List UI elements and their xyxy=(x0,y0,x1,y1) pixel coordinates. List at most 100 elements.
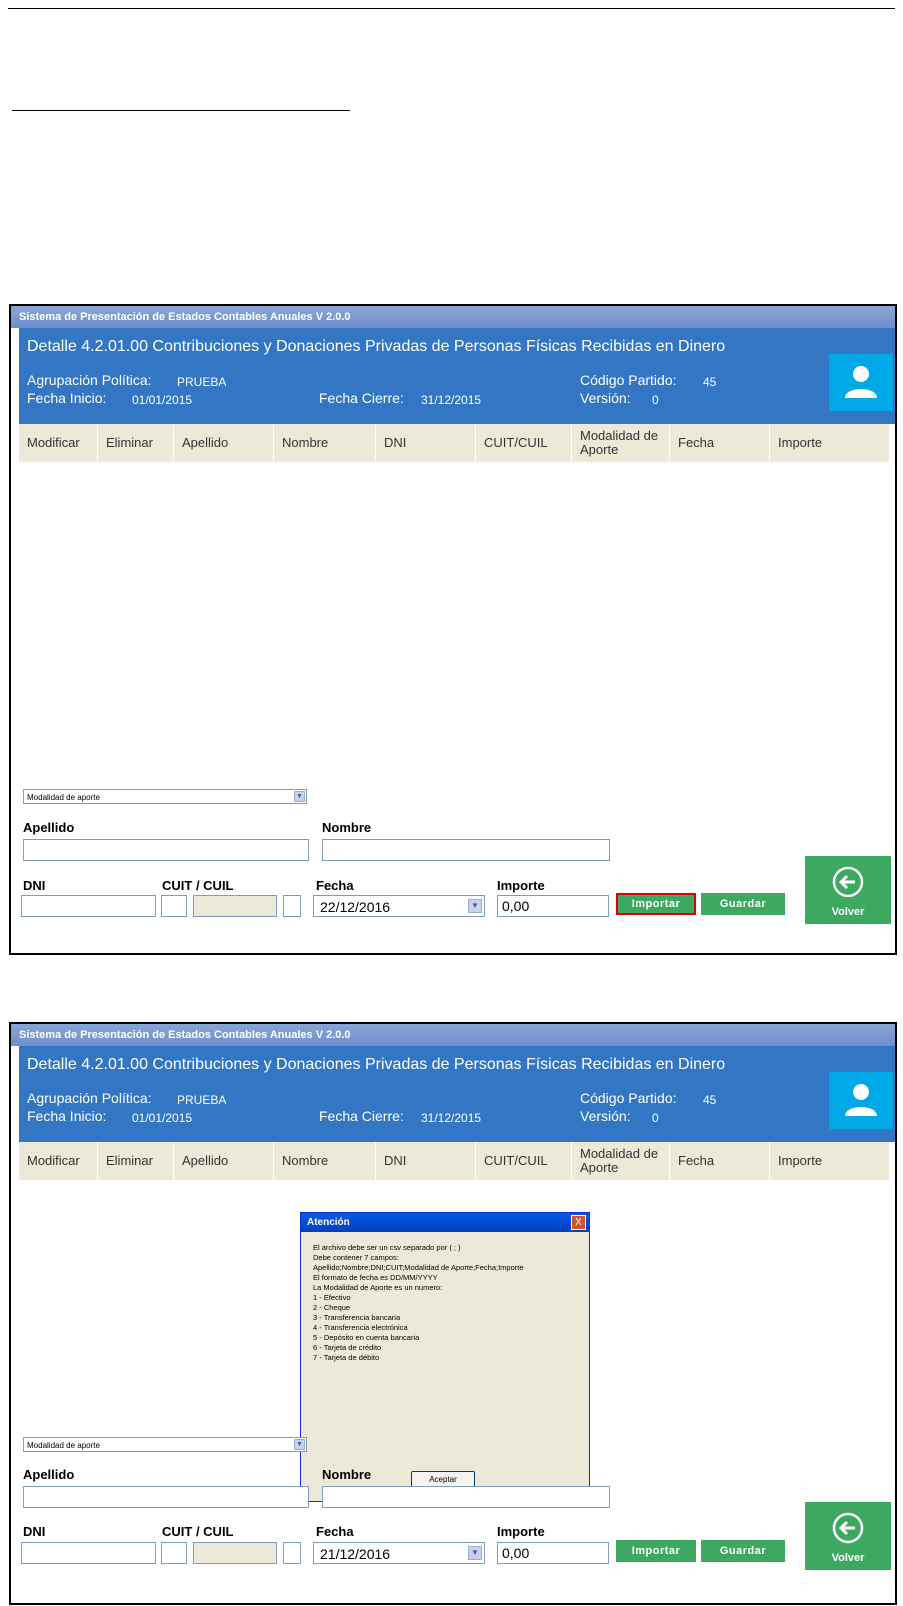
dni-label: DNI xyxy=(23,878,46,893)
codigo-partido-value: 45 xyxy=(703,375,717,389)
user-icon xyxy=(845,366,877,398)
modalidad-select[interactable]: Modalidad de aporte ▼ xyxy=(23,789,307,804)
cuit-number-input[interactable] xyxy=(193,1542,277,1564)
column-header[interactable]: Importe xyxy=(769,424,883,462)
volver-button[interactable]: Volver xyxy=(805,1502,891,1570)
apellido-input[interactable] xyxy=(23,839,309,861)
fecha-inicio-label: Fecha Inicio: xyxy=(27,390,107,406)
fecha-value: 22/12/2016 xyxy=(320,899,391,915)
header: Detalle 4.2.01.00 Contribuciones y Donac… xyxy=(19,328,895,424)
page-title: Detalle 4.2.01.00 Contribuciones y Donac… xyxy=(27,1056,726,1073)
cuit-prefix-input[interactable] xyxy=(161,895,187,917)
table-header: Modificar Eliminar Apellido Nombre DNI C… xyxy=(19,1142,889,1181)
screenshot-1: Sistema de Presentación de Estados Conta… xyxy=(9,304,897,955)
dni-label: DNI xyxy=(23,1524,46,1539)
fecha-picker[interactable]: 21/12/2016 ▼ xyxy=(313,1542,485,1564)
arrow-left-icon xyxy=(832,866,864,898)
fecha-cierre-label: Fecha Cierre: xyxy=(319,1108,404,1124)
column-header[interactable]: DNI xyxy=(375,1142,475,1180)
volver-button[interactable]: Volver xyxy=(805,856,891,924)
importe-label: Importe xyxy=(497,1524,545,1539)
arrow-left-icon xyxy=(832,1512,864,1544)
column-header[interactable]: Apellido xyxy=(173,1142,273,1180)
volver-label: Volver xyxy=(831,1552,865,1564)
column-header[interactable]: Fecha xyxy=(669,1142,769,1180)
agrupacion-value: PRUEBA xyxy=(177,375,227,389)
importe-input[interactable]: 0,00 xyxy=(497,895,609,917)
cuit-number-input[interactable] xyxy=(193,895,277,917)
column-header[interactable]: CUIT/CUIL xyxy=(475,1142,571,1180)
modalidad-select-value: Modalidad de aporte xyxy=(27,793,100,802)
dialog-line: 6 - Tarjeta de crédito xyxy=(313,1343,382,1352)
cuit-check-input[interactable] xyxy=(283,895,301,917)
guardar-button[interactable]: Guardar xyxy=(701,893,785,915)
apellido-label: Apellido xyxy=(23,820,75,835)
importe-input[interactable]: 0,00 xyxy=(497,1542,609,1564)
version-label: Versión: xyxy=(580,1108,631,1124)
dialog-line: 2 - Cheque xyxy=(313,1303,351,1312)
modalidad-select[interactable]: Modalidad de aporte ▼ xyxy=(23,1437,307,1452)
nombre-input[interactable] xyxy=(322,1486,610,1508)
column-header[interactable]: Modificar xyxy=(19,424,97,462)
column-header[interactable]: Apellido xyxy=(173,424,273,462)
fecha-picker[interactable]: 22/12/2016 ▼ xyxy=(313,895,485,917)
column-header[interactable]: CUIT/CUIL xyxy=(475,424,571,462)
column-header[interactable]: Importe xyxy=(769,1142,883,1180)
cuit-check-input[interactable] xyxy=(283,1542,301,1564)
chevron-down-icon[interactable]: ▼ xyxy=(294,791,305,802)
agrupacion-label: Agrupación Política: xyxy=(27,1090,152,1106)
column-header[interactable]: DNI xyxy=(375,424,475,462)
dialog-line: 7 - Tarjeta de débito xyxy=(313,1353,380,1362)
app-window: Sistema de Presentación de Estados Conta… xyxy=(11,306,895,953)
fecha-inicio-value: 01/01/2015 xyxy=(132,393,193,407)
dialog-line: 3 - Transferencia bancaria xyxy=(313,1313,401,1322)
codigo-partido-label: Código Partido: xyxy=(580,1090,677,1106)
fecha-cierre-value: 31/12/2015 xyxy=(421,393,482,407)
version-value: 0 xyxy=(652,1111,659,1125)
column-header[interactable]: Nombre xyxy=(273,424,375,462)
apellido-label: Apellido xyxy=(23,1467,75,1482)
table-header: Modificar Eliminar Apellido Nombre DNI C… xyxy=(19,424,889,463)
header: Detalle 4.2.01.00 Contribuciones y Donac… xyxy=(19,1046,895,1142)
column-header[interactable]: Modificar xyxy=(19,1142,97,1180)
column-header[interactable]: Modalidad de Aporte xyxy=(571,1142,669,1180)
guardar-button[interactable]: Guardar xyxy=(701,1540,785,1562)
agrupacion-value: PRUEBA xyxy=(177,1093,227,1107)
dialog-line: 5 - Depósito en cuenta bancaria xyxy=(313,1333,420,1342)
dialog-message: El archivo debe ser un csv separado por … xyxy=(313,1243,583,1363)
column-header[interactable]: Modalidad de Aporte xyxy=(571,424,669,462)
fecha-label: Fecha xyxy=(316,878,354,893)
nombre-input[interactable] xyxy=(322,839,610,861)
dialog-title: Atención xyxy=(301,1213,589,1232)
window-title: Sistema de Presentación de Estados Conta… xyxy=(11,1024,895,1046)
column-header[interactable]: Nombre xyxy=(273,1142,375,1180)
modalidad-select-value: Modalidad de aporte xyxy=(27,1441,100,1450)
cuit-prefix-input[interactable] xyxy=(161,1542,187,1564)
fecha-value: 21/12/2016 xyxy=(320,1546,391,1562)
screenshot-2: Sistema de Presentación de Estados Conta… xyxy=(9,1022,897,1605)
cuit-label: CUIT / CUIL xyxy=(162,1524,234,1539)
codigo-partido-label: Código Partido: xyxy=(580,372,677,388)
user-button[interactable] xyxy=(829,354,893,411)
page-title: Detalle 4.2.01.00 Contribuciones y Donac… xyxy=(27,338,726,355)
importar-button[interactable]: Importar xyxy=(616,1540,696,1562)
column-header[interactable]: Fecha xyxy=(669,424,769,462)
dni-input[interactable] xyxy=(21,895,156,917)
codigo-partido-value: 45 xyxy=(703,1093,717,1107)
user-button[interactable] xyxy=(829,1072,893,1129)
app-window: Sistema de Presentación de Estados Conta… xyxy=(11,1024,895,1603)
importar-button[interactable]: Importar xyxy=(616,893,696,915)
column-header[interactable]: Eliminar xyxy=(97,424,173,462)
dialog-line: La Modalidad de Aporte es un numero: xyxy=(313,1283,443,1292)
dni-input[interactable] xyxy=(21,1542,156,1564)
dialog-line: El formato de fecha es DD/MM/YYYY xyxy=(313,1273,438,1282)
chevron-down-icon[interactable]: ▼ xyxy=(468,899,482,913)
column-header[interactable]: Eliminar xyxy=(97,1142,173,1180)
apellido-input[interactable] xyxy=(23,1486,309,1508)
chevron-down-icon[interactable]: ▼ xyxy=(468,1546,482,1560)
close-icon[interactable]: X xyxy=(571,1215,586,1230)
chevron-down-icon[interactable]: ▼ xyxy=(294,1439,305,1450)
user-icon xyxy=(845,1084,877,1116)
data-grid[interactable] xyxy=(19,462,889,782)
dialog-line: Debe contener 7 campos: xyxy=(313,1253,399,1262)
